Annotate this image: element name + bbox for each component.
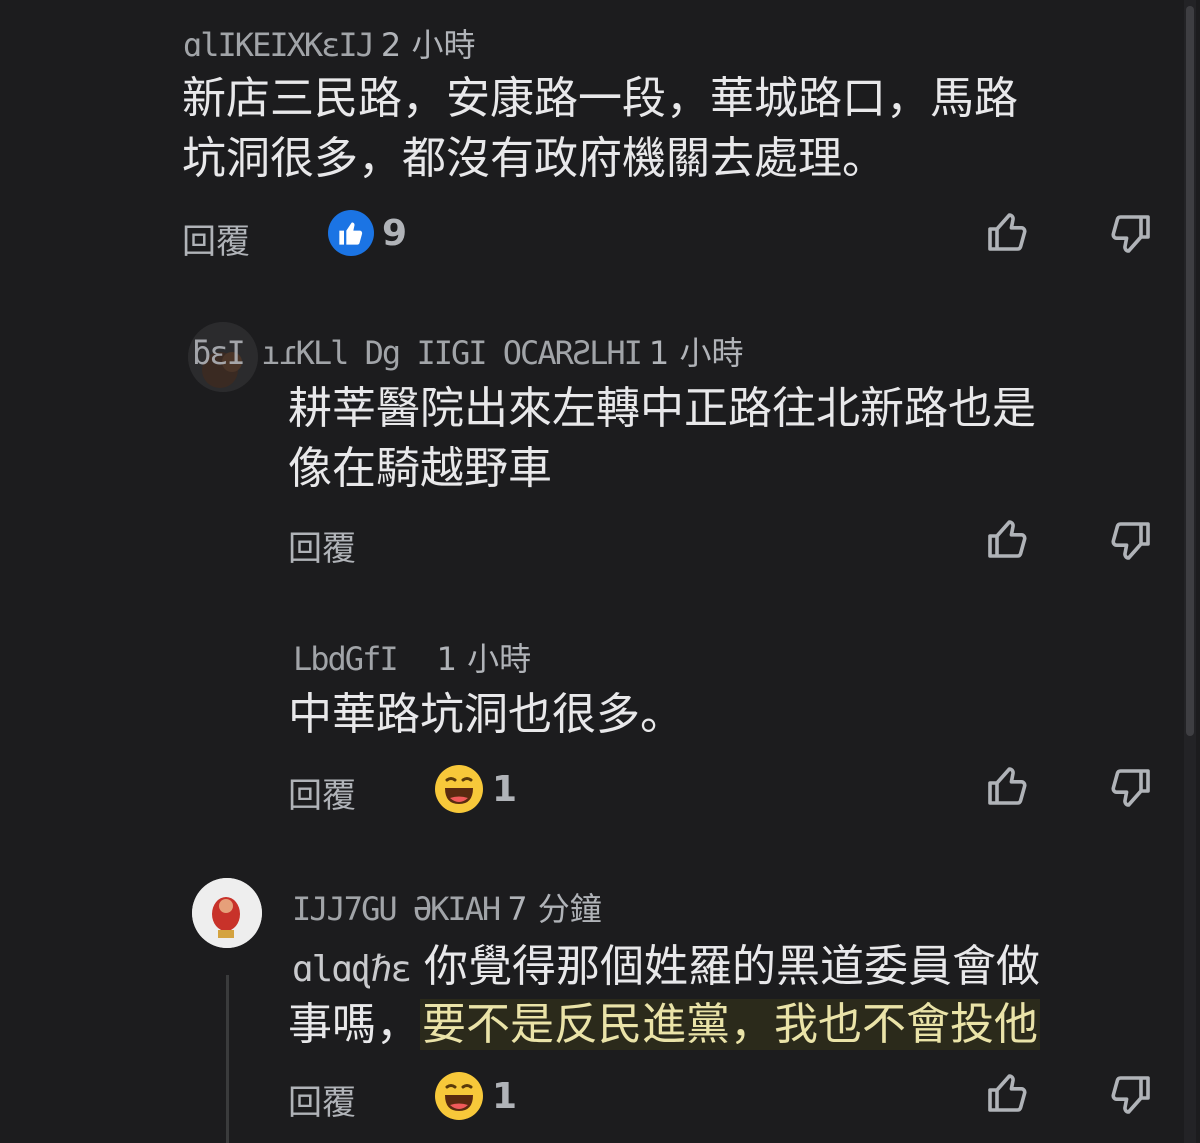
reaction-summary[interactable]: 1 (434, 1071, 517, 1121)
upvote-icon[interactable] (984, 208, 1032, 256)
haha-reaction-icon (434, 1071, 484, 1121)
comment-header: IJJ7GU ƏKIAH 7 分鐘 (292, 884, 602, 930)
comment-time[interactable]: 7 分鐘 (507, 890, 602, 928)
comment-time[interactable]: 1 小時 (649, 334, 744, 372)
comment-text-line-1: 耕莘醫院出來左轉中正路往北新路也是 (288, 383, 1036, 434)
downvote-icon[interactable] (1106, 1071, 1154, 1119)
haha-reaction-icon (434, 764, 484, 814)
comment-text: 中華路坑洞也很多。 (288, 689, 684, 740)
commenter-name[interactable]: ɑlIKEIXKɛIJ (183, 26, 375, 64)
thread-line (226, 975, 229, 1143)
commenter-name[interactable]: IJJ7GU ƏKIAH (292, 890, 501, 928)
like-reaction-icon (328, 210, 374, 256)
reply-button[interactable]: 回覆 (288, 521, 356, 570)
reaction-summary[interactable]: 9 (328, 210, 407, 256)
comment-header: ƃɛI ıɾKLl Dg IIGI OCARƧLHI 1 小時 (192, 328, 743, 374)
comment-text: 事嗎， (288, 999, 420, 1050)
highlighted-text: 要不是反民進黨，我也不會投他 (420, 999, 1040, 1050)
scrollbar-thumb[interactable] (1186, 6, 1194, 736)
reaction-count: 9 (382, 212, 408, 254)
comment-text-line-2: 像在騎越野車 (288, 443, 552, 494)
mention-tag[interactable]: ɑlɑɖℏɛ (292, 949, 412, 990)
reaction-count: 1 (492, 1075, 518, 1117)
downvote-icon[interactable] (1106, 210, 1154, 258)
comment-text: 你覺得那個姓羅的黑道委員會做 (424, 941, 1041, 992)
downvote-icon[interactable] (1106, 517, 1154, 565)
downvote-icon[interactable] (1106, 764, 1154, 812)
comment-text-line-1: 新店三民路，安康路一段，華城路口，馬路 (182, 73, 1018, 124)
upvote-icon[interactable] (984, 762, 1032, 810)
comment-header: LbdGfI 1 小時 (293, 634, 531, 680)
reaction-count: 1 (492, 768, 518, 810)
upvote-icon[interactable] (984, 1069, 1032, 1117)
comment-header: ɑlIKEIXKɛIJ 2 小時 (183, 20, 475, 66)
upvote-icon[interactable] (984, 515, 1032, 563)
avatar[interactable] (192, 878, 262, 948)
comment-text-line-2: 事嗎，要不是反民進黨，我也不會投他 (288, 996, 1040, 1054)
reply-button[interactable]: 回覆 (288, 768, 356, 817)
commenter-name[interactable]: LbdGfI (293, 640, 399, 678)
reply-button[interactable]: 回覆 (182, 214, 250, 263)
commenter-name[interactable]: ƃɛI ıɾKLl Dg IIGI OCARƧLHI (192, 334, 643, 372)
reaction-summary[interactable]: 1 (434, 764, 517, 814)
reply-button[interactable]: 回覆 (288, 1075, 356, 1124)
comment-time[interactable]: 2 小時 (381, 26, 476, 64)
comment-text-line-1: ɑlɑɖℏɛ 你覺得那個姓羅的黑道委員會做 (292, 938, 1040, 999)
comment-text-line-2: 坑洞很多，都沒有政府機關去處理。 (182, 133, 886, 184)
comment-time[interactable]: 1 小時 (437, 640, 532, 678)
